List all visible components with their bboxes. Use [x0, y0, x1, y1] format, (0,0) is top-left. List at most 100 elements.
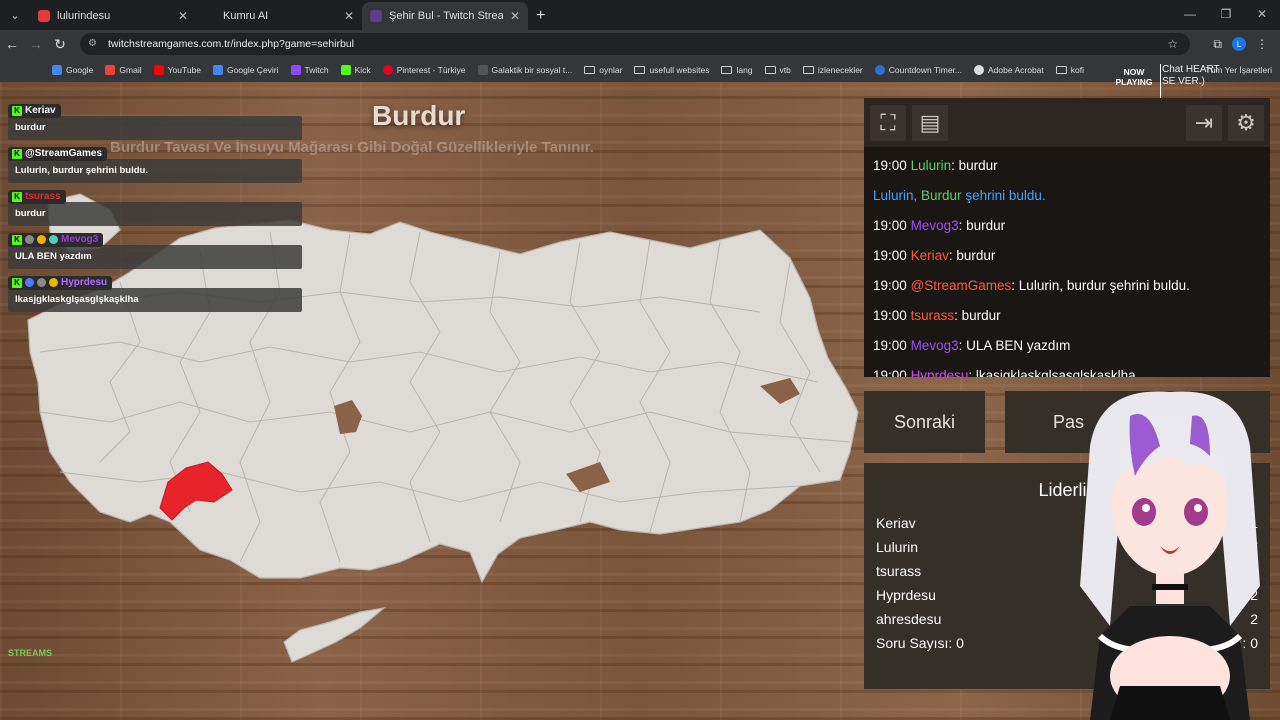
tab-favicon: [204, 10, 216, 22]
bookmark-countdown[interactable]: Countdown Timer...: [869, 65, 968, 75]
chat-text: : Lulurin, burdur şehrini buldu.: [1011, 278, 1190, 293]
bookmark-label: izlenecekler: [817, 65, 863, 75]
overlay-message-text: lkasjgklaskglşasglşkaşklha: [8, 288, 302, 312]
bookmark-label: usefull websites: [649, 65, 710, 75]
player-name: Lulurin: [876, 539, 919, 555]
bookmark-youtube[interactable]: YouTube: [148, 65, 207, 75]
twitch-icon: [290, 65, 301, 75]
chat-text: : burdur: [948, 248, 996, 263]
exit-icon: ⇥: [1194, 109, 1214, 135]
translate-icon: [213, 65, 224, 75]
bookmark-galaktik[interactable]: Galaktik bir sosyal t...: [472, 65, 579, 75]
menu-kebab-icon[interactable]: ⋮: [1256, 37, 1268, 51]
folder-icon: [802, 66, 814, 74]
tab-lulurindesu[interactable]: lulurindesu ✕: [30, 2, 196, 30]
minimize-icon[interactable]: —: [1172, 0, 1208, 28]
kick-icon: K: [12, 277, 22, 288]
fullscreen-icon: ⛶: [880, 109, 896, 135]
bookmark-gmail[interactable]: Gmail: [99, 65, 147, 75]
overlay-username: K @StreamGames: [8, 146, 108, 161]
close-icon[interactable]: ✕: [510, 9, 520, 23]
globe-icon: [974, 65, 984, 75]
bookmark-pinterest[interactable]: Pinterest - Türkiye: [377, 65, 472, 75]
close-icon[interactable]: ✕: [344, 9, 354, 23]
new-tab-button[interactable]: +: [536, 7, 545, 25]
overlay-chat: K Keriav burdur K @StreamGames Lulurin, bu…: [8, 100, 302, 315]
now-playing-track: Chat HEART SE VER.): [1162, 64, 1220, 87]
chat-user: tsurass: [910, 308, 955, 323]
city-title: Burdur: [372, 100, 466, 131]
bookmark-folder-izlenecekler[interactable]: izlenecekler: [797, 65, 869, 75]
chat-user: Mevog3: [910, 218, 959, 233]
restore-icon[interactable]: ❐: [1208, 0, 1244, 28]
chat-row: 19:00 Hyprdesu: lkasjgklaskglşasglşkaşkl…: [873, 361, 1270, 377]
overlay-chat-message: K Hyprdesu lkasjgklaskglşasglşkaşklha: [8, 272, 302, 312]
next-button[interactable]: Sonraki: [864, 391, 985, 453]
overlay-username: K Keriav: [8, 103, 61, 118]
bookmark-folder-oynlar[interactable]: oynlar: [578, 65, 628, 75]
chat-user: @StreamGames: [910, 278, 1012, 293]
bookmark-kick[interactable]: Kick: [335, 65, 377, 75]
game-chat-log: 19:00 Lulurin: burdur Lulurin, Burdur şe…: [864, 147, 1270, 377]
bookmark-label: Google Çeviri: [227, 65, 279, 75]
tab-title: Kumru AI: [223, 10, 269, 22]
tab-search-button[interactable]: ⌄: [2, 2, 28, 28]
tab-favicon: [38, 10, 50, 22]
close-window-icon[interactable]: ✕: [1244, 0, 1280, 28]
bookmark-twitch[interactable]: Twitch: [285, 65, 335, 75]
tab-favicon: [370, 10, 382, 22]
site-info-icon[interactable]: ⚙: [88, 38, 100, 50]
settings-button[interactable]: ⚙: [1228, 104, 1264, 141]
kick-icon: K: [12, 105, 22, 116]
bookmark-folder-lang[interactable]: lang: [715, 65, 758, 75]
folder-icon: [721, 66, 733, 74]
url-text: twitchstreamgames.com.tr/index.php?game=…: [108, 38, 354, 50]
bookmark-label: Galaktik bir sosyal t...: [491, 65, 573, 75]
fullscreen-button[interactable]: ⛶: [870, 104, 906, 141]
forward-arrow-icon[interactable]: →: [24, 36, 48, 52]
question-count: Soru Sayısı: 0: [876, 635, 964, 651]
exit-button[interactable]: ⇥: [1186, 104, 1222, 141]
bookmark-folder-kofi[interactable]: kofi: [1050, 65, 1090, 75]
youtube-icon: [153, 65, 164, 75]
bookmark-google-ceviri[interactable]: Google Çeviri: [207, 65, 285, 75]
bookmark-label: vtb: [779, 65, 791, 75]
chat-text: : ULA BEN yazdım: [958, 338, 1071, 353]
bookmark-google[interactable]: Google: [46, 65, 99, 75]
chat-text: : burdur: [951, 158, 998, 173]
bookmark-star-icon[interactable]: ☆: [1167, 37, 1178, 51]
bookmark-label: lang: [736, 65, 753, 75]
back-arrow-icon[interactable]: ←: [0, 36, 24, 52]
kick-icon: K: [12, 191, 22, 202]
tab-sehir-bul[interactable]: Şehir Bul - Twitch Stream Game ✕: [362, 2, 528, 30]
bookmark-folder-usefull[interactable]: usefull websites: [628, 65, 715, 75]
overlay-message-text: burdur: [8, 202, 302, 226]
now-playing-widget: NOW PLAYING Chat HEART SE VER.): [1112, 64, 1280, 98]
chat-text: : burdur: [954, 308, 1001, 323]
chat-time: 19:00: [873, 158, 907, 173]
bookmark-adobe[interactable]: Adobe Acrobat: [968, 65, 1050, 75]
username-text: Hyprdesu: [61, 277, 108, 288]
extensions-icon[interactable]: ⧉: [1213, 37, 1222, 52]
vip-badge-icon: [25, 278, 34, 287]
bookmark-label: Google: [66, 65, 94, 75]
bookmark-label: Twitch: [304, 65, 329, 75]
gear-icon: ⚙: [1236, 109, 1256, 135]
streams-logo: STREAMS: [8, 648, 53, 658]
bookmark-folder-vtb[interactable]: vtb: [759, 65, 797, 75]
username-text: tsurass: [25, 191, 61, 202]
cyprus-island: [283, 607, 387, 663]
profile-avatar[interactable]: L: [1232, 37, 1246, 51]
tab-kumru-ai[interactable]: Kumru AI ✕: [196, 2, 362, 30]
zk-icon: [477, 65, 488, 75]
address-bar[interactable]: ⚙ twitchstreamgames.com.tr/index.php?gam…: [80, 33, 1190, 55]
reload-icon[interactable]: ↻: [48, 36, 72, 53]
chat-text: : burdur: [958, 218, 1006, 233]
chat-user: Mevog3: [910, 338, 959, 353]
rules-button[interactable]: ▤: [912, 104, 948, 141]
kick-icon: K: [12, 148, 22, 159]
overlay-message-text: burdur: [8, 116, 302, 140]
close-icon[interactable]: ✕: [178, 9, 188, 23]
chat-time: 19:00: [873, 308, 907, 323]
chat-time: 19:00: [873, 338, 907, 353]
